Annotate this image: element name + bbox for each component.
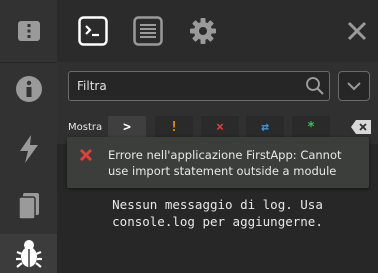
list-icon	[133, 16, 163, 46]
tab-console[interactable]	[76, 14, 110, 48]
sidebar-item-debug[interactable]	[0, 234, 57, 273]
sidebar-item-storage[interactable]	[0, 180, 57, 232]
log-level-symbol: >	[123, 119, 131, 135]
search-icon[interactable]	[305, 76, 325, 96]
level-toggle-warning[interactable]: !	[155, 116, 193, 138]
close-button[interactable]	[344, 18, 370, 44]
panel-icon	[17, 21, 40, 41]
error-x-icon	[79, 148, 93, 162]
filter-options-button[interactable]	[338, 71, 370, 101]
filter-box	[68, 71, 330, 101]
sidebar-item-performance[interactable]	[0, 123, 57, 175]
error-toast[interactable]: Errore nell'applicazione FirstApp: Canno…	[67, 137, 369, 188]
empty-message-line2: console.log per aggiungerne.	[112, 214, 323, 229]
clear-log-button[interactable]	[350, 119, 372, 135]
filter-input[interactable]	[69, 72, 305, 100]
sidebar-item-info[interactable]	[0, 63, 57, 115]
empty-message-line1: Nessun messaggio di log. Usa	[112, 197, 323, 212]
level-toggle-network[interactable]: ⇄	[246, 116, 284, 138]
tab-inspector[interactable]	[131, 14, 165, 48]
top-toolbar	[57, 0, 378, 62]
sidebar	[0, 0, 57, 273]
filter-bar	[57, 62, 378, 114]
error-level-symbol: ×	[216, 119, 224, 135]
success-level-symbol: *	[307, 119, 315, 135]
empty-log-message: Nessun messaggio di log. Usa console.log…	[57, 196, 378, 230]
level-toggle-success[interactable]: *	[292, 116, 330, 138]
terminal-icon	[78, 16, 108, 46]
level-toggle-log[interactable]: >	[108, 116, 146, 138]
tab-settings[interactable]	[186, 14, 220, 48]
error-message: Errore nell'applicazione FirstApp: Canno…	[108, 148, 342, 178]
info-icon	[15, 76, 42, 102]
chevron-down-icon	[347, 82, 361, 91]
document-icon	[17, 193, 39, 220]
sidebar-item-panel[interactable]	[0, 5, 57, 57]
lightning-icon	[19, 135, 38, 163]
network-level-symbol: ⇄	[261, 119, 269, 135]
level-toggle-error[interactable]: ×	[201, 116, 239, 138]
warning-level-symbol: !	[170, 119, 178, 135]
gear-icon	[190, 18, 216, 44]
bug-icon	[15, 239, 42, 268]
level-label: Mostra	[68, 122, 103, 133]
close-icon	[347, 21, 367, 41]
